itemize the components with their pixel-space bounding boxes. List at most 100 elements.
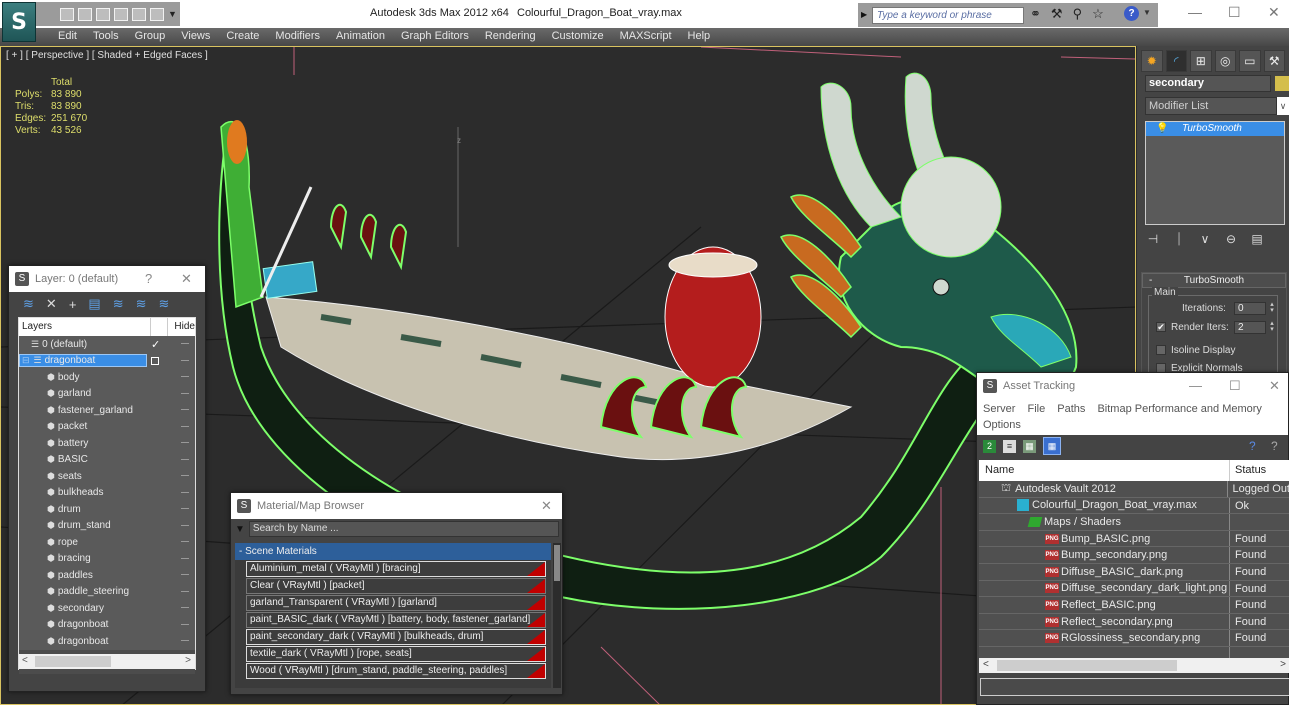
thumbnail-view-icon[interactable]: ▦: [1023, 439, 1036, 453]
refresh-icon[interactable]: 2: [983, 439, 996, 453]
make-unique-icon[interactable]: ∨: [1197, 232, 1213, 247]
hide-toggle[interactable]: [181, 359, 189, 361]
hide-toggle[interactable]: [181, 376, 189, 377]
hide-toggle[interactable]: [181, 557, 189, 559]
object-row[interactable]: ⬢ drum: [19, 501, 195, 518]
open-file-icon[interactable]: [60, 7, 74, 21]
hide-toggle[interactable]: [181, 524, 189, 526]
object-row[interactable]: ⬢ dragonboat: [19, 633, 195, 650]
scroll-left-icon[interactable]: <: [983, 659, 989, 670]
render-iters-checkbox[interactable]: ✔: [1156, 322, 1166, 333]
hide-toggle[interactable]: [181, 607, 189, 608]
scrollbar-thumb[interactable]: [35, 656, 111, 667]
search-expand-icon[interactable]: ▶: [861, 10, 867, 19]
scrollbar-thumb[interactable]: [997, 660, 1177, 671]
delete-layer-icon[interactable]: ✕: [46, 296, 57, 312]
render-iters-spinner-arrows[interactable]: ▴ ▾: [1268, 320, 1276, 334]
asset-row[interactable]: PNG Bump_BASIC.png Found: [979, 530, 1289, 548]
material-item[interactable]: Aluminium_metal ( VRayMtl ) [bracing]: [246, 561, 546, 577]
layer-row[interactable]: ☰ 0 (default) ✓: [19, 336, 195, 353]
set-current-layer-box[interactable]: [151, 356, 159, 365]
satellite-icon[interactable]: ⚲: [1073, 6, 1083, 22]
asset-horizontal-scrollbar[interactable]: < >: [979, 658, 1289, 673]
scroll-left-icon[interactable]: <: [22, 655, 28, 666]
menu-file[interactable]: File: [1027, 403, 1045, 415]
freeze-all-layers-icon[interactable]: ≋: [159, 296, 170, 312]
material-item[interactable]: textile_dark ( VRayMtl ) [rope, seats]: [246, 646, 546, 662]
viewport-label[interactable]: [ + ] [ Perspective ] [ Shaded + Edged F…: [6, 50, 208, 61]
qat-dropdown-icon[interactable]: ▼: [168, 9, 177, 19]
rollout-header[interactable]: - TurboSmooth: [1142, 273, 1286, 288]
list-view-icon[interactable]: ≡: [1003, 439, 1016, 453]
browser-options-icon[interactable]: ▼: [235, 524, 245, 535]
status-column-header[interactable]: Status: [1230, 460, 1266, 481]
motion-tab-icon[interactable]: ◎: [1214, 50, 1236, 72]
scroll-right-icon[interactable]: >: [185, 655, 191, 666]
modify-tab-icon[interactable]: ◜: [1165, 50, 1187, 72]
close-button[interactable]: ✕: [181, 271, 192, 287]
chevron-down-icon[interactable]: ∨: [1277, 97, 1289, 115]
hide-toggle[interactable]: [181, 475, 189, 476]
help-dropdown-icon[interactable]: ▼: [1143, 8, 1151, 17]
hide-toggle[interactable]: [181, 458, 189, 460]
object-row[interactable]: ⬢ body: [19, 369, 195, 386]
lightbulb-icon[interactable]: 💡: [1156, 122, 1168, 136]
scrollbar-thumb[interactable]: [554, 545, 560, 581]
hold-icon[interactable]: [114, 7, 128, 21]
asset-row[interactable]: PNG Diffuse_BASIC_dark.png Found: [979, 563, 1289, 581]
asset-row[interactable]: Colourful_Dragon_Boat_vray.max Ok: [979, 497, 1289, 515]
hide-toggle[interactable]: [181, 491, 189, 493]
binoculars-icon[interactable]: ⚭: [1030, 6, 1041, 22]
asset-row[interactable]: PNG Reflect_secondary.png Found: [979, 613, 1289, 631]
close-button[interactable]: ✕: [1269, 378, 1280, 394]
menu-edit[interactable]: Edit: [50, 28, 85, 46]
hierarchy-tab-icon[interactable]: ⊞: [1190, 50, 1212, 72]
asset-row[interactable]: PNG Reflect_BASIC.png Found: [979, 597, 1289, 614]
hide-toggle[interactable]: [181, 508, 189, 509]
object-row[interactable]: ⬢ seats: [19, 468, 195, 485]
menu-customize[interactable]: Customize: [544, 28, 612, 46]
object-row[interactable]: ⬢ BASIC: [19, 452, 195, 469]
asset-tracking-titlebar[interactable]: S Asset Tracking — ☐ ✕: [977, 373, 1288, 399]
material-item[interactable]: paint_secondary_dark ( VRayMtl ) [bulkhe…: [246, 629, 546, 645]
asset-row[interactable]: ⛫ Autodesk Vault 2012 Logged Out: [979, 481, 1289, 498]
help-button[interactable]: ?: [145, 271, 152, 286]
hide-toggle[interactable]: [181, 442, 189, 443]
create-tab-icon[interactable]: ✹: [1141, 50, 1163, 72]
current-layer-checkmark-icon[interactable]: ✓: [151, 338, 160, 351]
menu-create[interactable]: Create: [218, 28, 267, 46]
material-item[interactable]: garland_Transparent ( VRayMtl ) [garland…: [246, 595, 546, 611]
stack-item-turbosmooth[interactable]: 💡 TurboSmooth: [1146, 122, 1284, 136]
object-row[interactable]: ⬢ dragonboat: [19, 617, 195, 634]
table-view-icon[interactable]: ▦: [1043, 437, 1061, 455]
close-button[interactable]: ✕: [1268, 4, 1280, 21]
new-layer-icon[interactable]: ≋: [23, 296, 34, 312]
maximize-button[interactable]: ☐: [1229, 378, 1241, 394]
material-item[interactable]: paint_BASIC_dark ( VRayMtl ) [battery, b…: [246, 612, 546, 628]
menu-group[interactable]: Group: [127, 28, 174, 46]
hide-toggle[interactable]: [181, 343, 189, 344]
scroll-right-icon[interactable]: >: [1280, 659, 1286, 670]
material-item[interactable]: Wood ( VRayMtl ) [drum_stand, paddle_ste…: [246, 663, 546, 679]
menu-tools[interactable]: Tools: [85, 28, 127, 46]
asset-row[interactable]: Maps / Shaders: [979, 514, 1289, 531]
menu-options[interactable]: Options: [983, 419, 1021, 431]
asset-row[interactable]: PNG RGlossiness_secondary.png Found: [979, 630, 1289, 647]
display-tab-icon[interactable]: ▭: [1239, 50, 1261, 72]
object-row[interactable]: ⬢ bracing: [19, 551, 195, 568]
isoline-checkbox[interactable]: [1156, 345, 1166, 356]
scene-materials-group[interactable]: - Scene Materials: [235, 543, 551, 560]
menu-graph-editors[interactable]: Graph Editors: [393, 28, 477, 46]
layer-window-titlebar[interactable]: S Layer: 0 (default) ? ✕: [9, 266, 205, 292]
hide-toggle[interactable]: [181, 590, 189, 592]
menu-server[interactable]: Server: [983, 403, 1015, 415]
hide-toggle[interactable]: [181, 640, 189, 641]
keyword-search-input[interactable]: Type a keyword or phrase: [872, 7, 1024, 24]
hide-toggle[interactable]: [181, 392, 189, 394]
highlight-layer-icon[interactable]: ≋: [113, 296, 124, 312]
pin-stack-icon[interactable]: ⊣: [1145, 232, 1161, 247]
layers-column-header[interactable]: Layers: [19, 318, 152, 336]
menu-modifiers[interactable]: Modifiers: [267, 28, 328, 46]
help-icon[interactable]: ?: [1249, 439, 1256, 453]
undo-icon[interactable]: [96, 7, 110, 21]
